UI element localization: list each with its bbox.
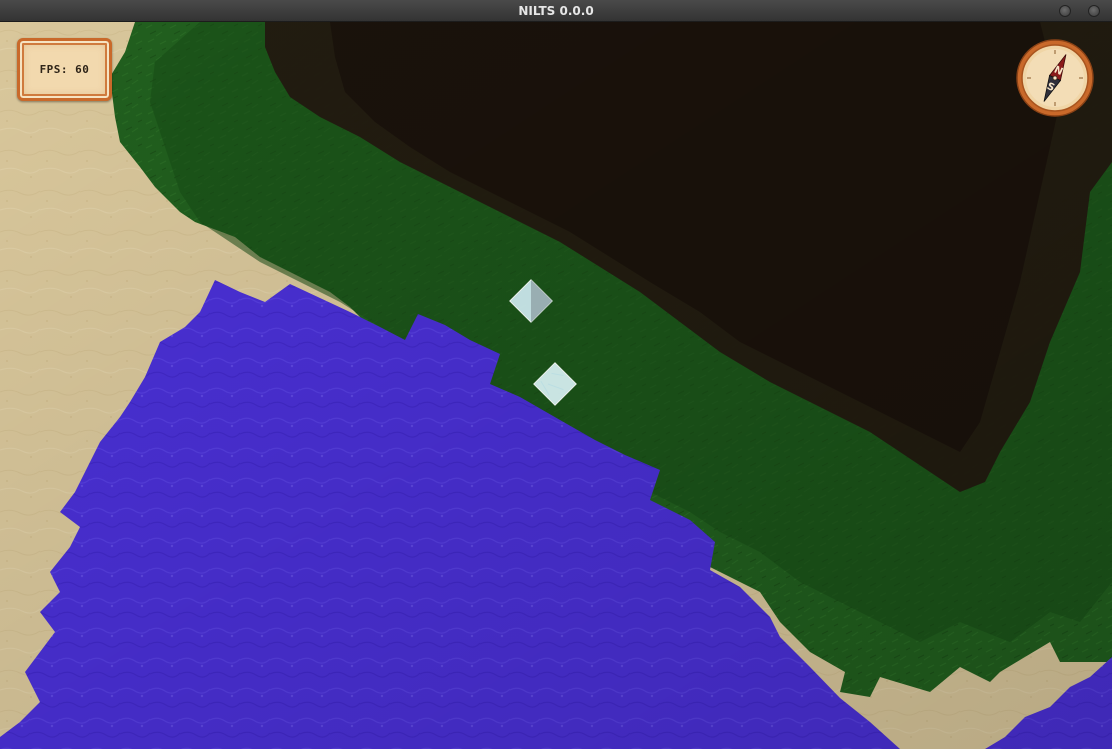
fps-counter: FPS: 60 xyxy=(39,63,90,76)
game-window: NILTS 0.0.0 FPS: 60 N S xyxy=(0,0,1112,749)
game-viewport[interactable]: FPS: 60 N S xyxy=(0,22,1112,749)
world-map[interactable] xyxy=(0,22,1112,749)
window-title: NILTS 0.0.0 xyxy=(518,4,594,18)
fps-panel: FPS: 60 xyxy=(17,38,112,101)
title-bar[interactable]: NILTS 0.0.0 xyxy=(0,0,1112,22)
close-icon[interactable] xyxy=(1088,5,1100,17)
minimize-icon[interactable] xyxy=(1059,5,1071,17)
compass-icon[interactable]: N S xyxy=(1015,38,1095,118)
